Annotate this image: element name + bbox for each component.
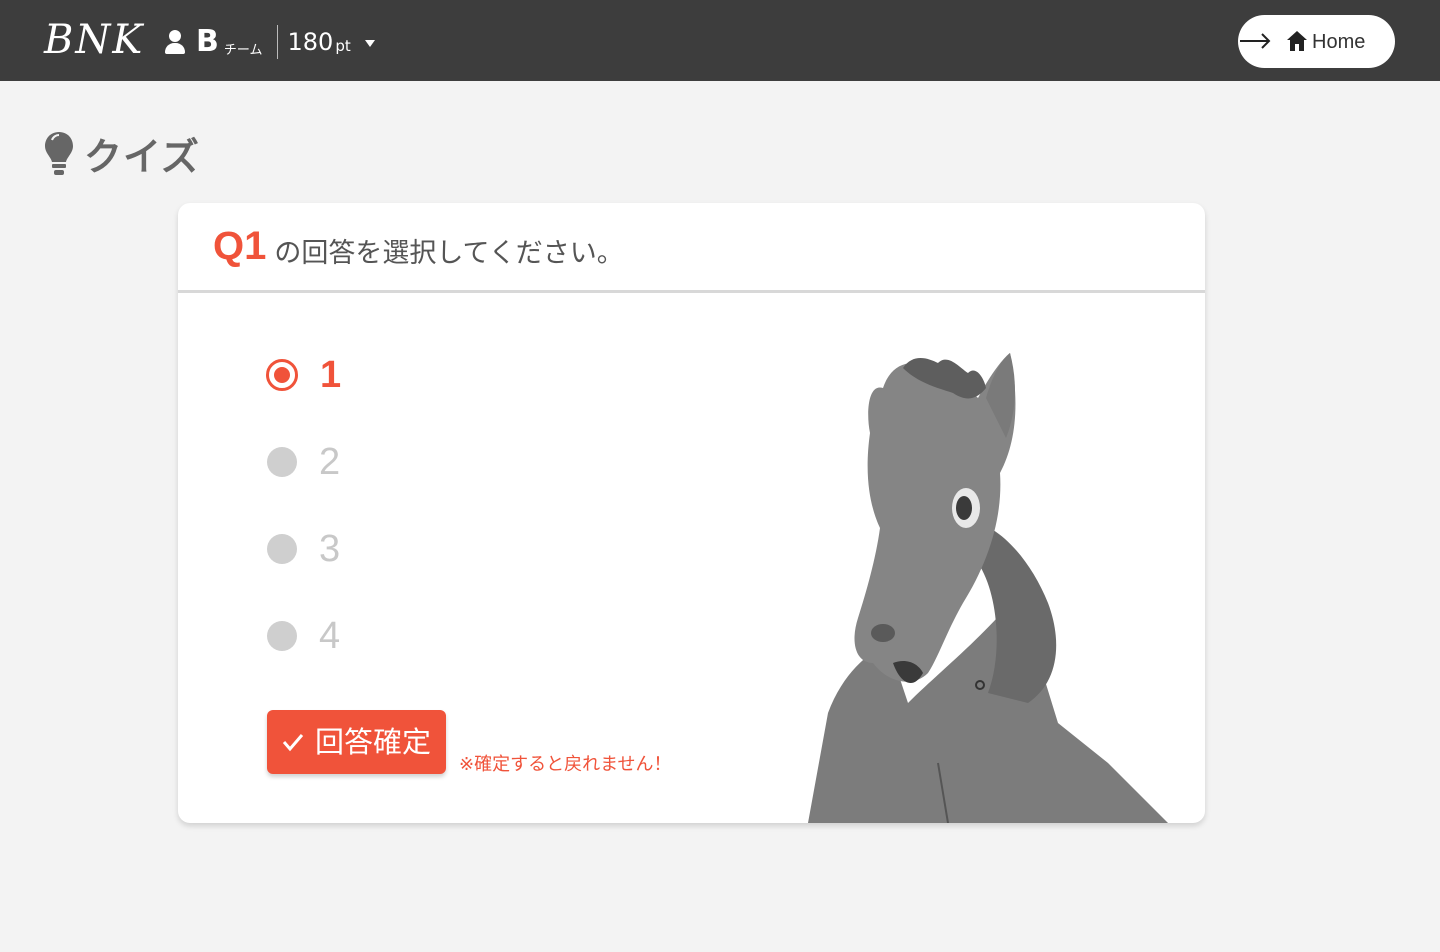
radio-selected-icon[interactable] xyxy=(266,359,298,391)
team-name: B xyxy=(196,24,219,59)
caret-down-icon[interactable] xyxy=(364,39,375,47)
option-3[interactable]: 3 xyxy=(266,527,340,571)
user-icon xyxy=(164,28,186,56)
radio-unselected-icon[interactable] xyxy=(267,621,297,651)
confirm-label: 回答確定 xyxy=(315,725,432,759)
question-header: Q1 の回答を選択してください。 xyxy=(178,203,1205,293)
divider xyxy=(276,25,278,59)
team-menu[interactable]: B チーム 180 pt xyxy=(164,24,375,60)
points-unit: pt xyxy=(335,37,351,55)
confirm-warning: ※確定すると戻れません！ xyxy=(459,754,672,775)
check-icon xyxy=(282,734,304,752)
home-button[interactable]: Home xyxy=(1238,15,1395,68)
option-label: 2 xyxy=(319,441,341,483)
question-number: Q1 xyxy=(213,224,267,268)
top-bar: BNK B チーム 180 pt Home xyxy=(0,0,1440,81)
option-2[interactable]: 2 xyxy=(266,440,340,484)
radio-unselected-icon[interactable] xyxy=(267,447,297,477)
quiz-card: Q1 の回答を選択してください。 1 2 3 4 回答確定 ※確定すると戻れませ… xyxy=(178,203,1205,823)
app-logo[interactable]: BNK xyxy=(44,14,144,66)
home-icon xyxy=(1287,31,1307,51)
team-points: 180 xyxy=(287,28,334,56)
arrow-right-icon xyxy=(1240,33,1271,49)
page-title: クイズ xyxy=(44,128,200,179)
lightbulb-icon xyxy=(45,132,73,175)
confirm-answer-button[interactable]: 回答確定 xyxy=(267,710,446,774)
option-1[interactable]: 1 xyxy=(266,353,341,397)
horse-mask-image xyxy=(808,353,1168,823)
question-prompt: の回答を選択してください。 xyxy=(274,238,624,269)
radio-unselected-icon[interactable] xyxy=(267,534,297,564)
option-label: 1 xyxy=(320,354,342,396)
option-4[interactable]: 4 xyxy=(266,614,340,658)
home-label: Home xyxy=(1312,31,1366,53)
team-suffix: チーム xyxy=(223,42,263,58)
option-label: 3 xyxy=(319,528,341,570)
page-title-text: クイズ xyxy=(84,134,200,179)
option-label: 4 xyxy=(319,615,341,657)
